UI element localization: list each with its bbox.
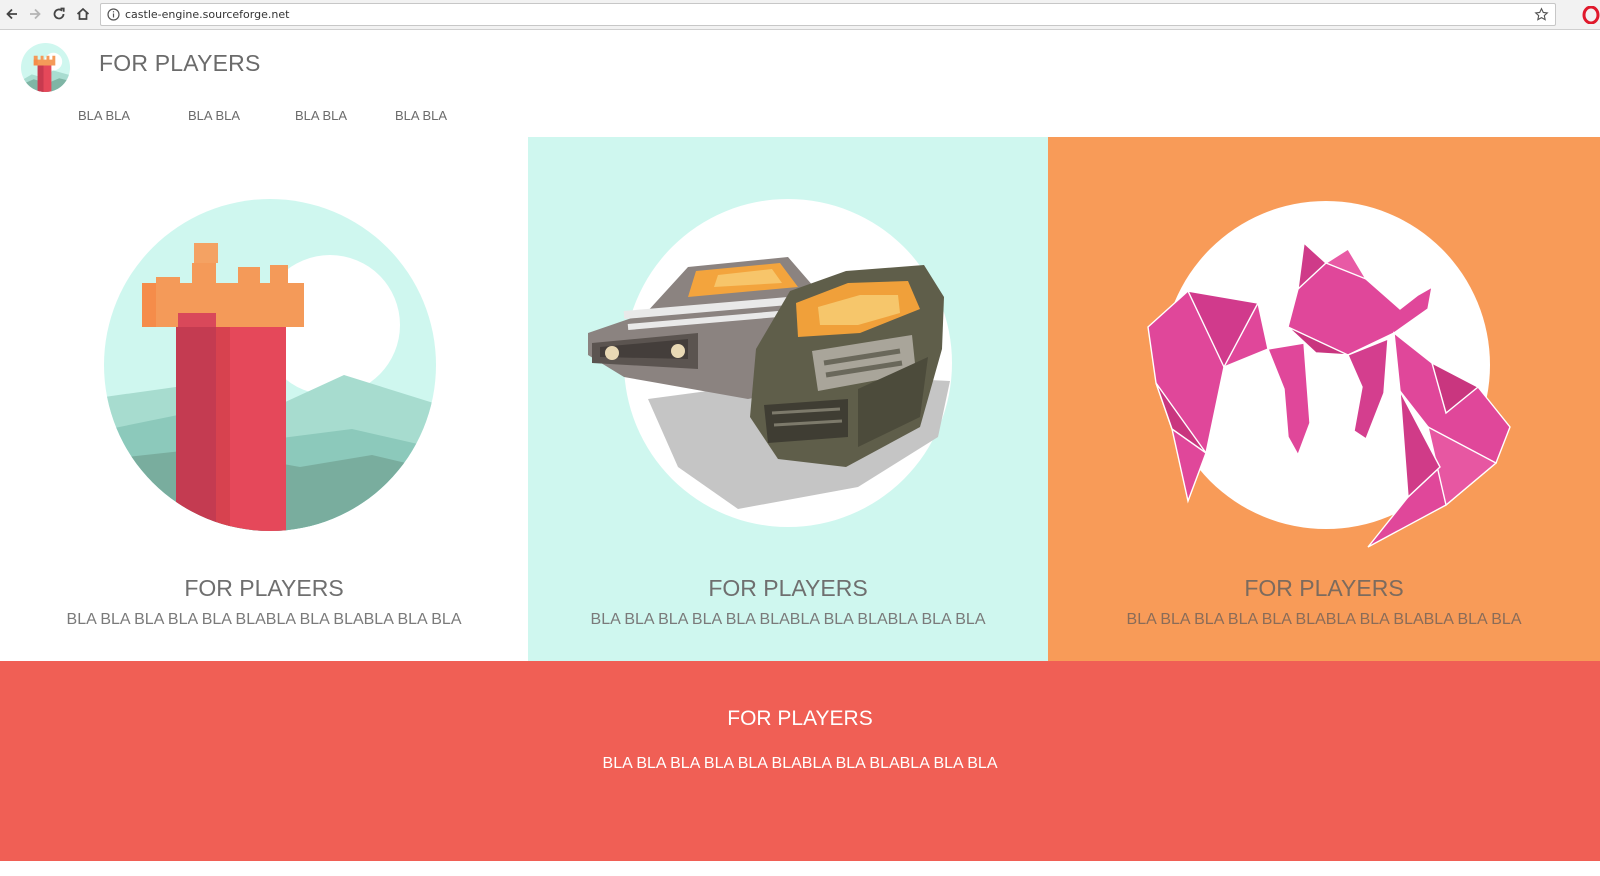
home-icon[interactable] <box>75 6 91 22</box>
url-text[interactable]: castle-engine.sourceforge.net <box>125 8 289 21</box>
panel-title: FOR PLAYERS <box>1244 575 1404 601</box>
star-icon[interactable] <box>1534 7 1549 22</box>
nav-link-4[interactable]: BLA BLA <box>395 108 447 123</box>
panel-castle[interactable]: FOR PLAYERS BLA BLA BLA BLA BLA BLABLA B… <box>0 137 528 661</box>
address-bar[interactable]: castle-engine.sourceforge.net <box>100 3 1556 26</box>
panel-text: BLA BLA BLA BLA BLA BLABLA BLA BLABLA BL… <box>1126 611 1522 628</box>
nav-link-2[interactable]: BLA BLA <box>188 108 240 123</box>
footer-band: FOR PLAYERS BLA BLA BLA BLA BLA BLABLA B… <box>0 661 1600 861</box>
castle-tower-logo[interactable] <box>20 42 71 93</box>
opera-icon[interactable] <box>1582 6 1600 24</box>
panel-creature[interactable]: FOR PLAYERS BLA BLA BLA BLA BLA BLABLA B… <box>1048 137 1600 661</box>
panel-text: BLA BLA BLA BLA BLA BLABLA BLA BLABLA BL… <box>66 611 462 628</box>
site-title: FOR PLAYERS <box>99 50 261 76</box>
nav-link-1[interactable]: BLA BLA <box>78 108 130 123</box>
reload-icon[interactable] <box>51 6 67 22</box>
panel-title: FOR PLAYERS <box>708 575 868 601</box>
forward-arrow-icon[interactable] <box>27 6 43 22</box>
panel-title: FOR PLAYERS <box>184 575 344 601</box>
footer-text: BLA BLA BLA BLA BLA BLABLA BLA BLABLA BL… <box>602 755 998 772</box>
wrecked-cars-illustration <box>588 199 952 527</box>
panel-text: BLA BLA BLA BLA BLA BLABLA BLA BLABLA BL… <box>590 611 986 628</box>
back-arrow-icon[interactable] <box>4 6 20 22</box>
browser-toolbar: castle-engine.sourceforge.net <box>0 0 1600 30</box>
info-icon[interactable] <box>107 8 120 21</box>
footer-title: FOR PLAYERS <box>727 707 873 730</box>
nav-link-3[interactable]: BLA BLA <box>295 108 347 123</box>
panel-cars[interactable]: FOR PLAYERS BLA BLA BLA BLA BLA BLABLA B… <box>528 137 1048 661</box>
castle-tower-illustration <box>104 199 436 531</box>
pink-origami-creature-illustration <box>1147 201 1511 548</box>
site-header: FOR PLAYERS BLA BLA BLA BLA BLA BLA BLA … <box>0 30 1600 137</box>
